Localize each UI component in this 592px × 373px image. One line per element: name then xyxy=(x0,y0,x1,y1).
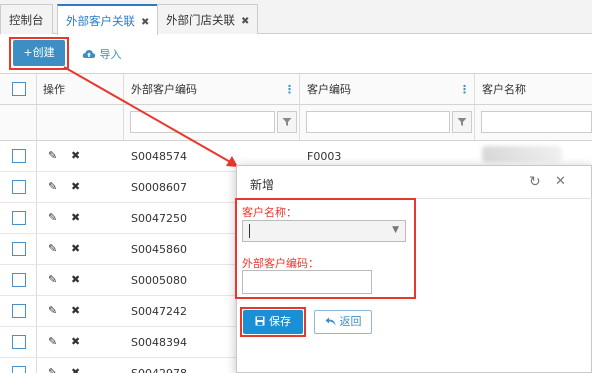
back-label: 返回 xyxy=(339,315,362,328)
filter-icon[interactable] xyxy=(452,111,472,133)
row-checkbox[interactable] xyxy=(12,211,26,225)
delete-icon[interactable]: ✖ xyxy=(71,366,80,373)
column-header-customer-code[interactable]: 客户编码 xyxy=(307,74,351,106)
close-icon[interactable]: ✕ xyxy=(555,174,566,189)
column-divider xyxy=(474,105,475,140)
add-dialog: 新增 ↻ ✕ 客户名称： ▼ 外部客户编码： 保存 返回 xyxy=(235,165,592,373)
external-code-cell: S0042978 xyxy=(131,367,187,373)
column-divider xyxy=(36,141,37,171)
column-divider xyxy=(36,203,37,233)
dialog-title: 新增 xyxy=(250,178,275,192)
column-divider xyxy=(36,172,37,202)
close-icon[interactable]: ✖ xyxy=(141,17,149,28)
column-header-customer-name[interactable]: 客户名称 xyxy=(482,74,526,106)
filter-input-customer-code[interactable] xyxy=(306,111,450,133)
tab-label: 外部客户关联 xyxy=(66,14,135,28)
delete-icon[interactable]: ✖ xyxy=(71,273,80,286)
column-header-actions: 操作 xyxy=(43,83,65,96)
column-divider xyxy=(299,105,300,140)
select-all-checkbox[interactable] xyxy=(12,82,26,96)
external-code-cell: S0047250 xyxy=(131,212,187,225)
edit-icon[interactable]: ✎ xyxy=(48,149,57,162)
column-divider xyxy=(36,265,37,295)
delete-icon[interactable]: ✖ xyxy=(71,149,80,162)
delete-icon[interactable]: ✖ xyxy=(71,242,80,255)
column-divider xyxy=(36,234,37,264)
edit-icon[interactable]: ✎ xyxy=(48,242,57,255)
import-label: 导入 xyxy=(99,48,122,61)
external-code-cell: S0045860 xyxy=(131,243,187,256)
delete-icon[interactable]: ✖ xyxy=(71,335,80,348)
column-divider xyxy=(123,105,124,140)
tab-label: 外部门店关联 xyxy=(166,13,235,27)
edit-icon[interactable]: ✎ xyxy=(48,304,57,317)
filter-input-customer-name[interactable] xyxy=(481,111,592,133)
customer-code-cell: F0003 xyxy=(307,150,342,163)
refresh-icon[interactable]: ↻ xyxy=(529,174,541,190)
column-divider xyxy=(36,358,37,373)
delete-icon[interactable]: ✖ xyxy=(71,304,80,317)
highlight-box-create xyxy=(9,37,69,70)
filter-input-external-code[interactable] xyxy=(130,111,275,133)
tab-dashboard[interactable]: 控制台 xyxy=(0,4,53,34)
filter-icon[interactable] xyxy=(277,111,297,133)
row-checkbox[interactable] xyxy=(12,304,26,318)
tab-label: 控制台 xyxy=(9,13,44,27)
column-menu-icon[interactable]: ⋮ xyxy=(284,74,295,106)
edit-icon[interactable]: ✎ xyxy=(48,366,57,373)
close-icon[interactable]: ✖ xyxy=(241,16,249,27)
column-header-external-code[interactable]: 外部客户编码 xyxy=(131,74,197,106)
highlight-box-form xyxy=(235,198,416,299)
column-divider xyxy=(36,105,37,140)
column-divider xyxy=(36,74,37,104)
external-code-cell: S0008607 xyxy=(131,181,187,194)
external-code-cell: S0048394 xyxy=(131,336,187,349)
row-checkbox[interactable] xyxy=(12,335,26,349)
import-button[interactable]: 导入 xyxy=(82,46,122,62)
edit-icon[interactable]: ✎ xyxy=(48,211,57,224)
external-code-cell: S0005080 xyxy=(131,274,187,287)
grid-header: 操作 外部客户编码 ⋮ 客户编码 ⋮ 客户名称 xyxy=(0,73,592,105)
row-checkbox[interactable] xyxy=(12,273,26,287)
column-divider xyxy=(123,74,124,104)
column-menu-icon[interactable]: ⋮ xyxy=(459,74,470,106)
row-checkbox[interactable] xyxy=(12,366,26,373)
row-checkbox[interactable] xyxy=(12,180,26,194)
redacted-customer-name xyxy=(482,146,562,162)
row-checkbox[interactable] xyxy=(12,242,26,256)
cloud-upload-icon xyxy=(82,50,96,58)
highlight-box-save xyxy=(240,307,306,337)
external-code-cell: S0047242 xyxy=(131,305,187,318)
delete-icon[interactable]: ✖ xyxy=(71,180,80,193)
undo-icon xyxy=(325,317,335,326)
column-divider xyxy=(36,327,37,357)
filter-row xyxy=(0,105,592,141)
column-divider xyxy=(474,74,475,104)
delete-icon[interactable]: ✖ xyxy=(71,211,80,224)
external-code-cell: S0048574 xyxy=(131,150,187,163)
tab-external-customer[interactable]: 外部客户关联 ✖ xyxy=(57,4,159,35)
back-button[interactable]: 返回 xyxy=(314,310,372,334)
column-divider xyxy=(36,296,37,326)
edit-icon[interactable]: ✎ xyxy=(48,180,57,193)
edit-icon[interactable]: ✎ xyxy=(48,273,57,286)
row-checkbox[interactable] xyxy=(12,149,26,163)
tab-external-store[interactable]: 外部门店关联 ✖ xyxy=(157,4,259,34)
column-divider xyxy=(299,74,300,104)
tab-bar: 控制台 外部客户关联 ✖ 外部门店关联 ✖ xyxy=(0,0,592,35)
edit-icon[interactable]: ✎ xyxy=(48,335,57,348)
